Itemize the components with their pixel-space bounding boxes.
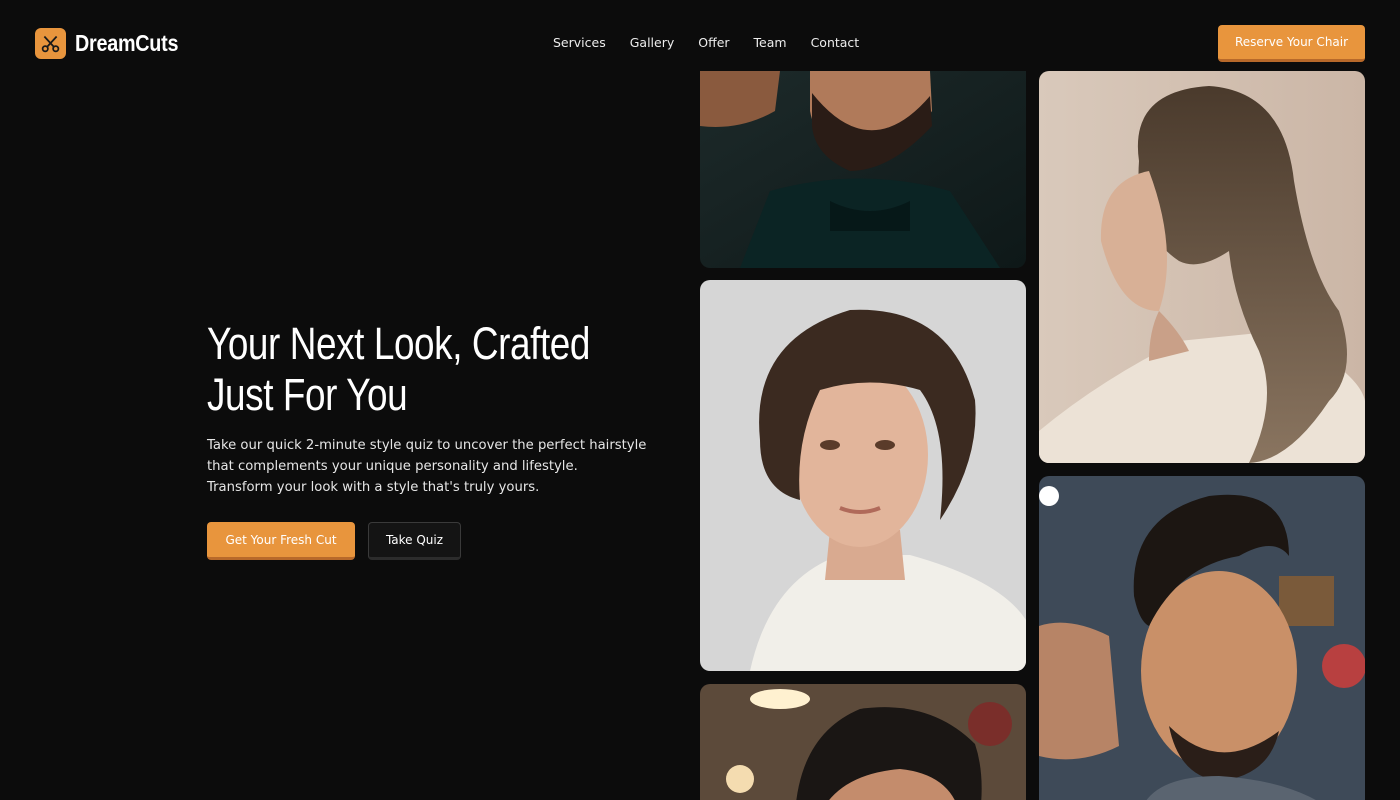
gallery-image-ponytail-woman: [1039, 71, 1365, 463]
brand-name: DreamCuts: [75, 30, 179, 56]
hero-title: Your Next Look, Crafted Just For You: [207, 318, 591, 420]
hero-section: Your Next Look, Crafted Just For You Tak…: [207, 318, 657, 560]
gallery-image-bearded-man: [700, 71, 1026, 268]
nav-contact[interactable]: Contact: [811, 35, 860, 50]
fresh-cut-button[interactable]: Get Your Fresh Cut: [207, 522, 355, 560]
scissors-icon: [35, 28, 66, 59]
nav-team[interactable]: Team: [754, 35, 787, 50]
reserve-chair-button[interactable]: Reserve Your Chair: [1218, 25, 1365, 62]
main-nav: Services Gallery Offer Team Contact: [553, 35, 859, 50]
gallery-image-fade-haircut-man: [1039, 476, 1365, 800]
take-quiz-button[interactable]: Take Quiz: [368, 522, 461, 560]
nav-gallery[interactable]: Gallery: [630, 35, 675, 50]
hero-description: Take our quick 2-minute style quiz to un…: [207, 438, 647, 495]
gallery-image-wavy-hair-man: [700, 280, 1026, 671]
gallery-image-pompadour-man: [700, 684, 1026, 800]
hero-actions: Get Your Fresh Cut Take Quiz: [207, 522, 657, 560]
brand-logo[interactable]: DreamCuts: [35, 28, 195, 59]
nav-services[interactable]: Services: [553, 35, 606, 50]
nav-offer[interactable]: Offer: [698, 35, 729, 50]
